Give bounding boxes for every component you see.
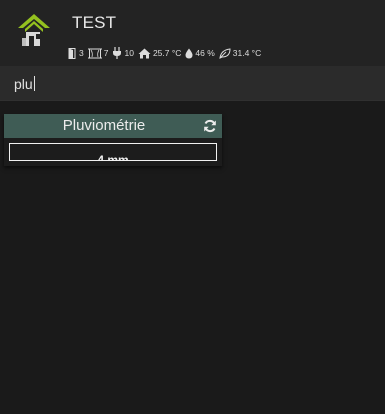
widget-header: Pluviométrie — [4, 114, 222, 138]
page-title: TEST — [72, 13, 117, 32]
summary-indoor-temp[interactable]: 25.7 °C — [138, 48, 181, 59]
rainfall-value-box: 4 mm — [9, 143, 217, 161]
summary-humidity[interactable]: 46 % — [185, 48, 215, 59]
summary-doors-value: 3 — [79, 48, 84, 58]
summary-indoor-temp-value: 25.7 °C — [152, 48, 182, 58]
summary-humidity-value: 46 % — [195, 48, 215, 58]
humidity-drop-icon — [185, 48, 193, 58]
search-input[interactable] — [8, 73, 308, 95]
refresh-icon[interactable] — [203, 119, 217, 133]
rainfall-value: 4 mm — [97, 153, 129, 161]
rainfall-widget: Pluviométrie 4 mm — [4, 114, 222, 166]
widget-title[interactable]: Pluviométrie — [4, 117, 204, 134]
summary-windows[interactable]: 7 — [87, 48, 109, 59]
home-temperature-icon — [138, 48, 151, 58]
app-header: TEST 3 7 10 25.7 °C 46 % 31.4 °C — [0, 0, 385, 66]
summary-plugs[interactable]: 10 — [112, 47, 134, 59]
text-cursor — [34, 76, 35, 91]
door-icon — [68, 47, 76, 59]
summary-windows-value: 7 — [103, 48, 109, 58]
summary-outdoor-temp[interactable]: 31.4 °C — [219, 47, 262, 59]
jeedom-logo-icon[interactable] — [16, 12, 52, 50]
summary-outdoor-temp-value: 31.4 °C — [232, 48, 262, 58]
window-icon — [87, 48, 102, 58]
summary-bar: 3 7 10 25.7 °C 46 % 31.4 °C — [68, 46, 265, 60]
plug-icon — [113, 47, 122, 59]
leaf-icon — [219, 47, 231, 59]
search-bar — [0, 66, 385, 101]
summary-doors[interactable]: 3 — [68, 47, 84, 59]
summary-plugs-value: 10 — [124, 48, 134, 58]
